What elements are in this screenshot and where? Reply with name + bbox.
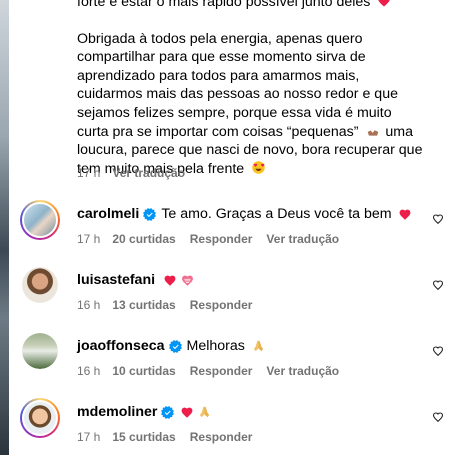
comment-item: luisastefani 16 h 13 curtidas Responder bbox=[0, 260, 450, 320]
avatar[interactable] bbox=[22, 267, 58, 303]
reply-button[interactable]: Responder bbox=[190, 298, 253, 312]
caption-body: Obrigada à todos pela energia, apenas qu… bbox=[77, 30, 398, 140]
comment-meta: 17 h 15 curtidas Responder bbox=[77, 430, 252, 444]
heart-eyes-emoji-icon bbox=[251, 160, 266, 175]
verified-badge-icon bbox=[169, 340, 182, 353]
avatar[interactable] bbox=[22, 333, 58, 369]
caption-first-line: forte e estar o mais rápido possível jun… bbox=[77, 0, 371, 10]
comment-line: luisastefani bbox=[77, 272, 195, 288]
avatar[interactable] bbox=[20, 200, 60, 240]
heart-emoji-icon bbox=[398, 208, 412, 221]
hand-heart-emoji-icon bbox=[365, 124, 381, 138]
comment-text: Te amo. Graças a Deus você ta bem bbox=[161, 206, 392, 222]
post-caption: forte e estar o mais rápido possível jun… bbox=[77, 0, 427, 178]
comment-item: mdemoliner 17 h 15 curtidas Responder bbox=[0, 392, 450, 452]
likes-count[interactable]: 13 curtidas bbox=[112, 298, 175, 312]
see-translation-link[interactable]: Ver tradução bbox=[112, 166, 185, 180]
comment-username[interactable]: carolmeli bbox=[77, 206, 139, 222]
likes-count[interactable]: 10 curtidas bbox=[112, 364, 175, 378]
heart-emoji-icon bbox=[163, 274, 177, 287]
heart-emoji-icon bbox=[180, 406, 194, 419]
comment-line: mdemoliner bbox=[77, 404, 212, 420]
avatar[interactable] bbox=[20, 398, 60, 438]
reply-button[interactable]: Responder bbox=[190, 232, 253, 246]
see-translation-link[interactable]: Ver tradução bbox=[266, 232, 339, 246]
like-heart-outline-icon[interactable] bbox=[432, 345, 444, 357]
verified-badge-icon bbox=[161, 406, 174, 419]
likes-count[interactable]: 20 curtidas bbox=[112, 232, 175, 246]
comment-meta: 17 h 20 curtidas Responder Ver tradução bbox=[77, 232, 339, 246]
comment-line: joaoffonseca Melhoras bbox=[77, 338, 266, 354]
like-heart-outline-icon[interactable] bbox=[432, 213, 444, 225]
verified-badge-icon bbox=[143, 208, 156, 221]
praying-hands-emoji-icon bbox=[251, 339, 266, 353]
comment-meta: 16 h 10 curtidas Responder Ver tradução bbox=[77, 364, 339, 378]
comment-username[interactable]: joaoffonseca bbox=[77, 338, 165, 354]
comment-username[interactable]: luisastefani bbox=[77, 272, 155, 288]
comment-meta: 16 h 13 curtidas Responder bbox=[77, 298, 252, 312]
caption-meta: 17 h Ver tradução bbox=[77, 166, 185, 180]
see-translation-link[interactable]: Ver tradução bbox=[266, 364, 339, 378]
heart-emoji-icon bbox=[377, 0, 391, 8]
comment-time: 16 h bbox=[77, 364, 101, 378]
like-heart-outline-icon[interactable] bbox=[432, 411, 444, 423]
comment-username[interactable]: mdemoliner bbox=[77, 404, 157, 420]
comment-line: carolmeli Te amo. Graças a Deus você ta … bbox=[77, 206, 412, 222]
comment-time: 16 h bbox=[77, 298, 101, 312]
reply-button[interactable]: Responder bbox=[190, 430, 253, 444]
comment-item: joaoffonseca Melhoras 16 h 10 curtidas R… bbox=[0, 326, 450, 386]
reply-button[interactable]: Responder bbox=[190, 364, 253, 378]
comment-time: 17 h bbox=[77, 232, 101, 246]
like-heart-outline-icon[interactable] bbox=[432, 279, 444, 291]
comment-time: 17 h bbox=[77, 430, 101, 444]
sparkling-heart-emoji-icon bbox=[180, 274, 195, 287]
praying-hands-emoji-icon bbox=[197, 405, 212, 419]
comment-text: Melhoras bbox=[186, 338, 245, 354]
likes-count[interactable]: 15 curtidas bbox=[112, 430, 175, 444]
caption-time: 17 h bbox=[77, 166, 101, 180]
comment-item: carolmeli Te amo. Graças a Deus você ta … bbox=[0, 194, 450, 254]
